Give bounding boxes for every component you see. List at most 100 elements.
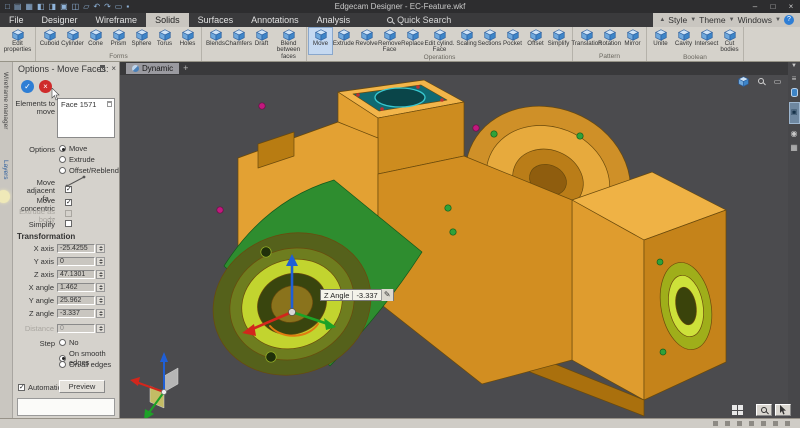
- ribbon-item-torus[interactable]: Torus: [153, 28, 176, 53]
- save-icon[interactable]: ▦: [25, 0, 33, 13]
- import-icon[interactable]: ▱: [83, 0, 89, 13]
- ribbon-item-holes[interactable]: Holes: [176, 28, 199, 53]
- tab-analysis[interactable]: Analysis: [308, 13, 360, 27]
- collapse-ribbon-icon[interactable]: ▲: [659, 17, 665, 23]
- z-axis-spinner[interactable]: [96, 270, 105, 279]
- radio-move[interactable]: Move: [59, 144, 87, 153]
- ribbon-item-remove-face[interactable]: Remove Face: [378, 28, 401, 54]
- ribbon-item-move[interactable]: Move: [308, 27, 333, 55]
- viewport-3d[interactable]: Dynamic + ▭ ▼ ≡ ▣ ◉ ▦ Z Angle -3.337 ✎: [120, 62, 800, 418]
- ribbon-item-pocket[interactable]: Pocket: [501, 28, 524, 54]
- x-axis-input[interactable]: -25.4255: [57, 244, 95, 253]
- style-menu[interactable]: Style: [668, 15, 687, 25]
- ribbon-item-prism[interactable]: Prism: [107, 28, 130, 53]
- x-angle-input[interactable]: 1.462: [57, 283, 95, 292]
- tab-annotations[interactable]: Annotations: [242, 13, 308, 27]
- y-axis-spinner[interactable]: [96, 257, 105, 266]
- ribbon-item-mirror[interactable]: Mirror: [621, 28, 644, 53]
- view-cube-icon[interactable]: [737, 76, 750, 87]
- ribbon-item-replace[interactable]: Replace: [401, 28, 424, 54]
- add-view-button[interactable]: +: [183, 62, 188, 75]
- simplify-checkbox[interactable]: [65, 220, 72, 227]
- full-screen-icon[interactable]: ▭: [771, 76, 784, 87]
- sidebar-tab-layers[interactable]: Layers: [2, 160, 9, 180]
- new-file-icon[interactable]: □: [5, 0, 10, 13]
- ribbon-item-cylinder[interactable]: Cylinder: [61, 28, 84, 53]
- tab-designer[interactable]: Designer: [33, 13, 87, 27]
- zoom-select-button[interactable]: [756, 404, 772, 416]
- ribbon-item-cavity[interactable]: Cavity: [672, 28, 695, 54]
- viewport-tab-dynamic[interactable]: Dynamic: [126, 63, 180, 74]
- preview-button[interactable]: Preview: [59, 380, 105, 393]
- undo-icon[interactable]: ↶: [93, 0, 100, 13]
- selection-item[interactable]: Face 1571: [58, 99, 114, 110]
- panel-close-icon[interactable]: ×: [111, 64, 116, 73]
- quick-search[interactable]: Quick Search: [387, 13, 451, 27]
- maximize-button[interactable]: □: [764, 0, 782, 13]
- z-angle-input[interactable]: -3.337: [57, 309, 95, 318]
- menu-icon[interactable]: ≡: [792, 74, 797, 83]
- zoom-window-icon[interactable]: [754, 76, 767, 87]
- x-axis-spinner[interactable]: [96, 244, 105, 253]
- print-icon[interactable]: ◨: [49, 0, 57, 13]
- grid-icon[interactable]: ▦: [790, 143, 798, 152]
- help-button[interactable]: ?: [784, 15, 794, 25]
- step-radio-no[interactable]: No: [59, 338, 79, 347]
- radio-offset-reblend[interactable]: Offset/Reblend: [59, 166, 119, 175]
- show-all-views-button[interactable]: [732, 405, 743, 415]
- radio-extrude[interactable]: Extrude: [59, 155, 95, 164]
- select-cursor-button[interactable]: [775, 404, 791, 416]
- ribbon-item-edit-cylind-face[interactable]: Edit cylind. Face: [424, 28, 455, 54]
- selection-listbox[interactable]: Face 1571: [57, 98, 115, 138]
- ribbon-item-draft[interactable]: Draft: [250, 28, 273, 60]
- ribbon-item-simplify[interactable]: Simplify: [547, 28, 570, 54]
- render-mode-button[interactable]: ▣: [788, 102, 800, 124]
- theme-menu[interactable]: Theme: [699, 15, 725, 25]
- automatic-checkbox[interactable]: ✓ Automatic: [18, 383, 61, 392]
- chevron-down-icon[interactable]: ▼: [791, 63, 797, 69]
- sidebar-tab-wireframe-manager[interactable]: Wireframe manager: [2, 72, 9, 129]
- move-adjacent-checkbox[interactable]: ✓: [65, 186, 72, 193]
- close-button[interactable]: ×: [782, 0, 800, 13]
- z-angle-spinner[interactable]: [96, 309, 105, 318]
- select-icon[interactable]: ▭: [115, 0, 123, 13]
- minimize-button[interactable]: –: [746, 0, 764, 13]
- ribbon-item-blend-between-faces[interactable]: Blend between faces: [273, 28, 304, 60]
- ribbon-item-cone[interactable]: Cone: [84, 28, 107, 53]
- windows-menu[interactable]: Windows: [738, 15, 772, 25]
- y-angle-input[interactable]: 25.962: [57, 296, 95, 305]
- ribbon-item-sections[interactable]: Sections: [478, 28, 501, 54]
- z-axis-input[interactable]: 47.1301: [57, 270, 95, 279]
- tab-file[interactable]: File: [0, 13, 33, 27]
- step-radio-all-edges[interactable]: On all edges: [59, 360, 111, 369]
- ribbon-item-cuboid[interactable]: Cuboid: [38, 28, 61, 53]
- cad-model[interactable]: [120, 62, 788, 418]
- ribbon-item-revolve[interactable]: Revolve: [355, 28, 378, 54]
- edit-pencil-icon[interactable]: ✎: [380, 289, 393, 301]
- shading-cylinder-icon[interactable]: [790, 88, 798, 97]
- ribbon-item-intersect[interactable]: Intersect: [695, 28, 718, 54]
- y-angle-spinner[interactable]: [96, 296, 105, 305]
- tab-solids[interactable]: Solids: [146, 13, 189, 27]
- tab-wireframe[interactable]: Wireframe: [87, 13, 147, 27]
- copy-icon[interactable]: ▣: [60, 0, 68, 13]
- settings-icon[interactable]: ▪: [126, 0, 129, 13]
- ribbon-item-edit-properties[interactable]: Edit properties: [2, 28, 33, 54]
- ribbon-item-blends[interactable]: Blends: [204, 28, 227, 60]
- ribbon-item-offset[interactable]: Offset: [524, 28, 547, 54]
- ribbon-item-chamfers[interactable]: Chamfers: [225, 28, 252, 60]
- move-concentric-checkbox[interactable]: ✓: [65, 199, 72, 206]
- ribbon-item-cut-bodies[interactable]: Cut bodies: [718, 28, 741, 54]
- ribbon-item-extrude[interactable]: Extrude: [332, 28, 355, 54]
- paste-icon[interactable]: ◫: [72, 0, 80, 13]
- redo-icon[interactable]: ↷: [104, 0, 111, 13]
- ribbon-item-rotation[interactable]: Rotation: [598, 28, 621, 53]
- confirm-button[interactable]: ✓: [21, 80, 34, 93]
- x-angle-spinner[interactable]: [96, 283, 105, 292]
- delete-selection-icon[interactable]: [107, 101, 112, 107]
- ribbon-item-unite[interactable]: Unite: [649, 28, 672, 54]
- camera-icon[interactable]: ◉: [791, 129, 798, 138]
- open-icon[interactable]: ▤: [14, 0, 22, 13]
- tab-surfaces[interactable]: Surfaces: [189, 13, 243, 27]
- ribbon-item-sphere[interactable]: Sphere: [130, 28, 153, 53]
